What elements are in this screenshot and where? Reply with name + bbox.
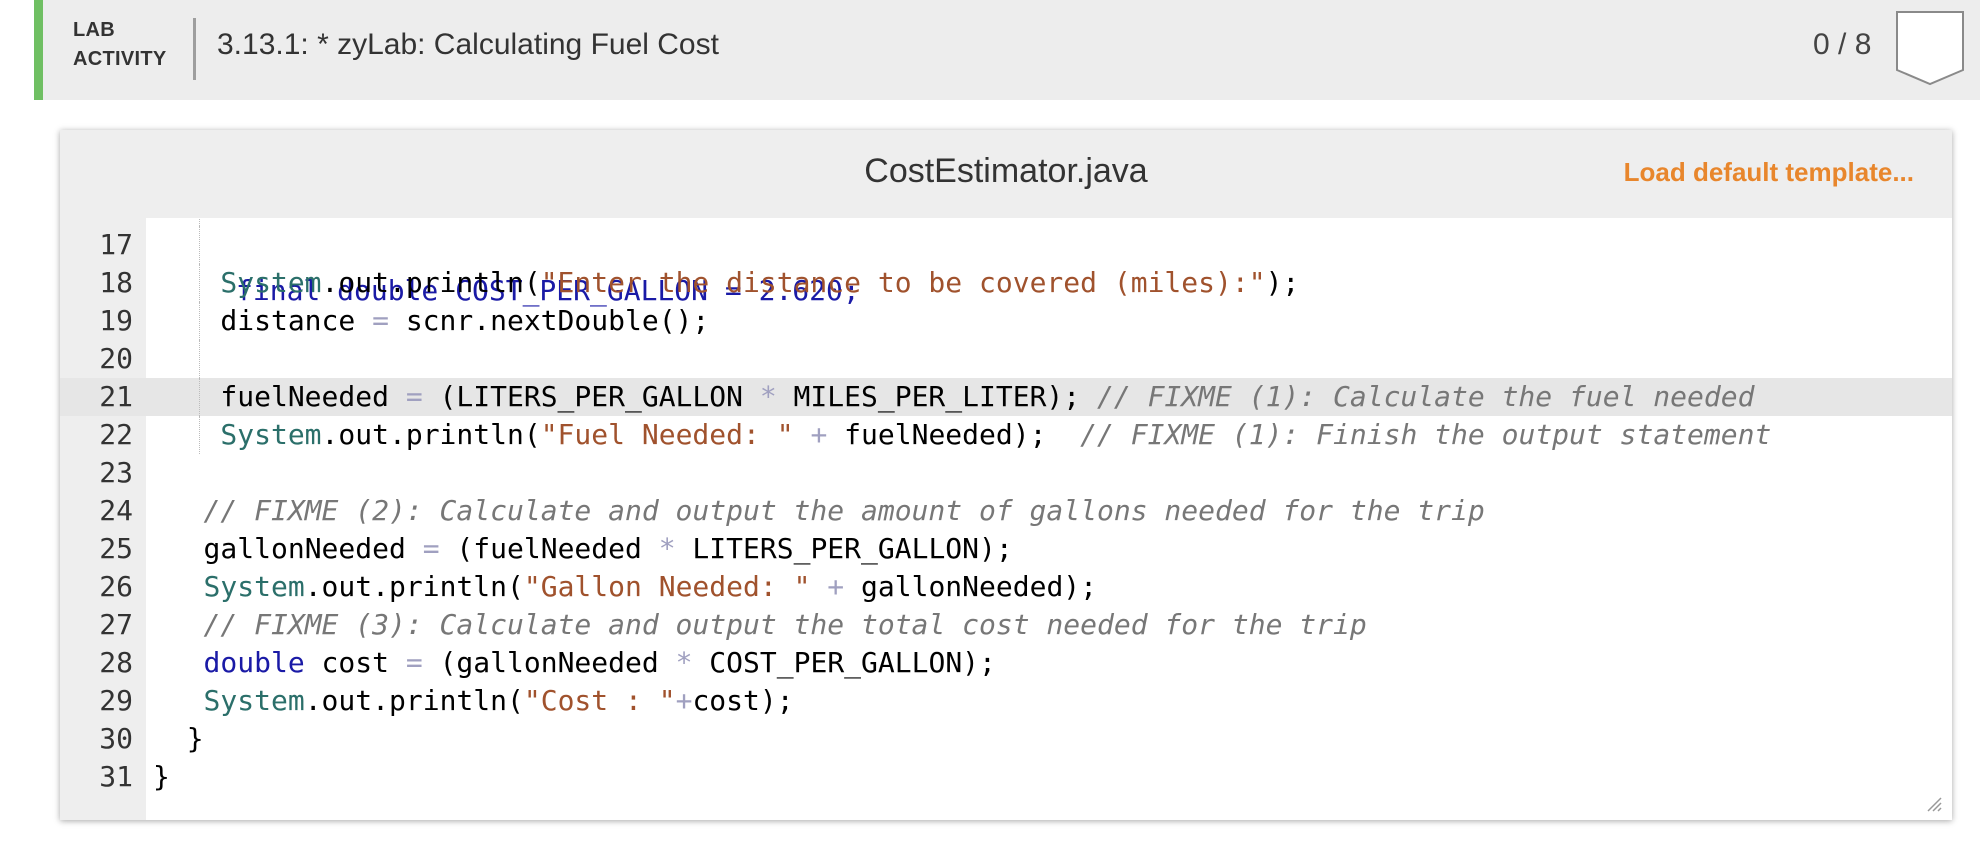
- code-line[interactable]: 20: [60, 340, 1952, 378]
- shield-badge-icon: [1896, 11, 1964, 86]
- code-area[interactable]: final double COST_PER_GALLON = 2.620; 17…: [60, 218, 1952, 820]
- lab-activity-header: LAB ACTIVITY 3.13.1: * zyLab: Calculatin…: [34, 0, 1980, 100]
- code-text: System.out.println("Enter the distance t…: [220, 266, 1300, 299]
- code-token: =: [405, 646, 423, 679]
- line-number: 30: [99, 722, 133, 755]
- line-number: 24: [99, 494, 133, 527]
- code-token: =: [422, 532, 440, 565]
- code-token: // FIXME (3): Calculate and output the t…: [203, 608, 1367, 641]
- code-text: // FIXME (3): Calculate and output the t…: [204, 606, 1367, 644]
- line-number: 21: [99, 380, 133, 413]
- line-number: 20: [99, 342, 133, 375]
- lab-title: 3.13.1: * zyLab: Calculating Fuel Cost: [217, 28, 719, 61]
- code-text: fuelNeeded = (LITERS_PER_GALLON * MILES_…: [220, 380, 1755, 413]
- code-token: "Enter the distance to be covered (miles…: [540, 266, 1266, 299]
- code-token: =: [405, 380, 423, 413]
- line-number: 26: [99, 570, 133, 603]
- code-line[interactable]: 25 gallonNeeded = (fuelNeeded * LITERS_PE…: [60, 530, 1952, 568]
- code-token: // FIXME (2): Calculate and output the a…: [203, 494, 1485, 527]
- code-line[interactable]: 21 fuelNeeded = (LITERS_PER_GALLON * MILE…: [60, 378, 1952, 416]
- resize-grip-icon[interactable]: [1926, 796, 1942, 812]
- code-token: // FIXME (1): Finish the output statemen…: [1080, 418, 1772, 451]
- code-line[interactable]: 29 System.out.println("Cost : "+cost);: [60, 682, 1952, 720]
- code-token: +: [827, 570, 845, 603]
- code-text: gallonNeeded = (fuelNeeded * LITERS_PER_…: [203, 532, 1013, 565]
- code-token: "Cost : ": [523, 684, 676, 717]
- code-token: *: [759, 380, 777, 413]
- line-number: 25: [99, 532, 133, 565]
- lab-tag-line1: LAB: [73, 19, 116, 41]
- code-token: System: [203, 684, 305, 717]
- code-editor: CostEstimator.java Load default template…: [60, 130, 1952, 820]
- line-number: 17: [99, 228, 133, 261]
- code-line[interactable]: 31}: [60, 758, 1952, 796]
- indent-guide: [199, 264, 201, 302]
- code-line[interactable]: 27 // FIXME (3): Calculate and output the…: [60, 606, 1952, 644]
- code-line[interactable]: 24 // FIXME (2): Calculate and output the…: [60, 492, 1952, 530]
- code-token: "Fuel Needed: ": [540, 418, 794, 451]
- line-number: 23: [99, 456, 133, 489]
- code-line[interactable]: 28 double cost = (gallonNeeded * COST_PER…: [60, 644, 1952, 682]
- code-token: *: [675, 646, 693, 679]
- code-token: =: [372, 304, 389, 337]
- code-text: // FIXME (2): Calculate and output the a…: [204, 492, 1485, 530]
- line-number: 19: [99, 304, 133, 337]
- code-token: System: [220, 418, 322, 451]
- code-token: "Gallon Needed: ": [523, 570, 811, 603]
- code-line[interactable]: 18 System.out.println("Enter the distance…: [60, 264, 1952, 302]
- line-number: 28: [99, 646, 133, 679]
- code-line[interactable]: 19 distance = scnr.nextDouble();: [60, 302, 1952, 340]
- code-line[interactable]: 23: [60, 454, 1952, 492]
- code-text: System.out.println("Gallon Needed: " + g…: [203, 570, 1098, 603]
- line-number: 18: [99, 266, 133, 299]
- indent-guide: [199, 302, 201, 340]
- lab-score: 0 / 8: [1813, 28, 1872, 61]
- code-text: System.out.println("Fuel Needed: " + fue…: [220, 418, 1772, 451]
- indent-guide: [199, 416, 201, 454]
- lab-tag-line2: ACTIVITY: [73, 48, 167, 70]
- code-token: double: [203, 646, 305, 679]
- code-text: }: [186, 722, 204, 755]
- indent-guide: [199, 378, 201, 416]
- code-token: System: [220, 266, 322, 299]
- code-token: +: [675, 684, 693, 717]
- code-line[interactable]: 17: [60, 226, 1952, 264]
- code-line[interactable]: 30}: [60, 720, 1952, 758]
- code-token: *: [658, 532, 676, 565]
- load-default-template-link[interactable]: Load default template...: [1624, 157, 1914, 188]
- code-text: System.out.println("Cost : "+cost);: [203, 684, 794, 717]
- indent-guide: [199, 340, 201, 378]
- lab-activity-tag: LAB ACTIVITY: [73, 16, 167, 74]
- line-number: 22: [99, 418, 133, 451]
- code-token: // FIXME (1): Calculate the fuel needed: [1097, 380, 1755, 413]
- indent-guide: [199, 226, 201, 264]
- code-text: }: [153, 760, 170, 793]
- page-left-margin: [0, 0, 34, 848]
- header-divider: [193, 18, 196, 80]
- code-text: distance = scnr.nextDouble();: [220, 304, 710, 337]
- code-token: System: [203, 570, 305, 603]
- line-number: 27: [99, 608, 133, 641]
- line-number: 29: [99, 684, 133, 717]
- editor-header: CostEstimator.java Load default template…: [60, 130, 1952, 218]
- line-number: 31: [99, 760, 133, 793]
- code-line[interactable]: 26 System.out.println("Gallon Needed: " +…: [60, 568, 1952, 606]
- code-line[interactable]: 22 System.out.println("Fuel Needed: " + f…: [60, 416, 1952, 454]
- code-token: +: [810, 418, 828, 451]
- code-text: double cost = (gallonNeeded * COST_PER_G…: [203, 646, 996, 679]
